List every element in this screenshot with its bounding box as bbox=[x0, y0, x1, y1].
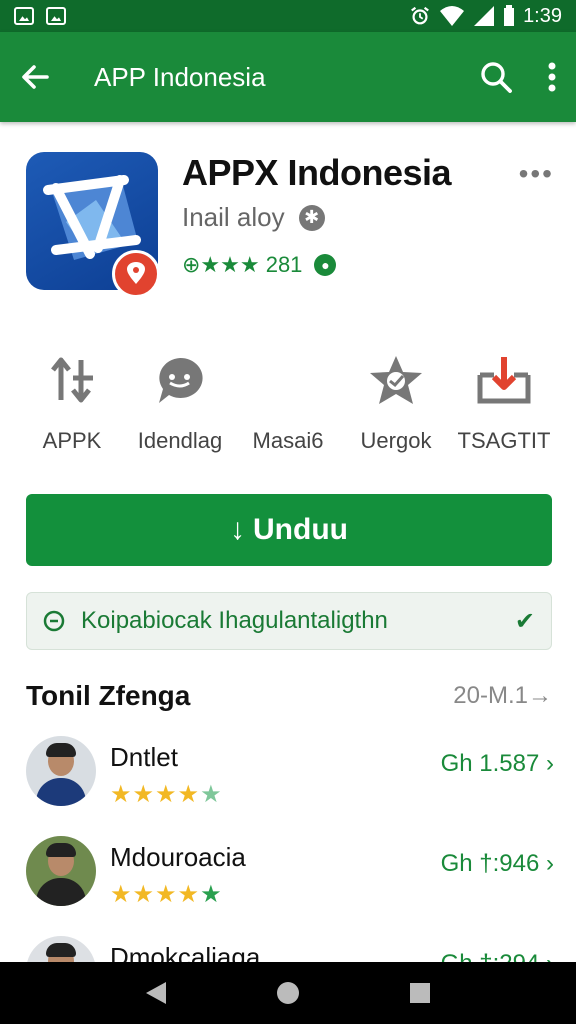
recents-nav-icon[interactable] bbox=[408, 981, 432, 1005]
review-amount[interactable]: Gh †:946 › bbox=[441, 850, 554, 878]
app-bar-title: APP Indonesia bbox=[94, 61, 266, 92]
signal-icon bbox=[474, 6, 495, 26]
star-rating: ★★★★★ bbox=[110, 881, 223, 908]
feature-download[interactable]: TSAGTIT bbox=[450, 352, 558, 464]
battery-icon bbox=[504, 5, 515, 26]
back-arrow-icon[interactable] bbox=[20, 62, 50, 92]
feature-appk[interactable]: APPK bbox=[18, 352, 126, 464]
more-options-icon[interactable]: ••• bbox=[519, 158, 554, 190]
section-see-all-link[interactable]: 20-М.1→ bbox=[453, 682, 552, 710]
verified-shield-icon: ● bbox=[314, 254, 337, 276]
star-badge-icon bbox=[368, 352, 424, 408]
search-icon[interactable] bbox=[480, 61, 512, 93]
feature-label: APPK bbox=[42, 428, 102, 453]
star-rating: ★★★★★ bbox=[110, 781, 223, 808]
reviewer-name: Mdouroacia bbox=[110, 842, 246, 872]
review-amount[interactable]: Gh 1.587 › bbox=[441, 750, 554, 778]
status-bar: 1:39 bbox=[0, 0, 576, 32]
overflow-menu-icon[interactable] bbox=[548, 62, 556, 92]
download-arrow-icon: ↓ bbox=[230, 513, 246, 546]
location-badge-icon bbox=[112, 250, 160, 298]
feature-label: Uergok bbox=[360, 428, 432, 453]
home-nav-icon[interactable] bbox=[275, 980, 301, 1006]
feature-row: APPK Idendlag Masai6 Uergok TSAGTIT bbox=[18, 352, 558, 464]
clock-icon bbox=[43, 610, 65, 632]
feature-masai[interactable]: Masai6 bbox=[234, 352, 342, 464]
gallery-icon bbox=[14, 7, 34, 25]
avatar bbox=[26, 836, 96, 906]
rating-text: ⊕★★★ 281 bbox=[182, 252, 303, 277]
list-item[interactable]: Mdouroacia ★★★★★ Gh †:946 › bbox=[24, 836, 554, 936]
app-name: APPX Indonesia bbox=[182, 152, 452, 193]
download-tray-icon bbox=[476, 352, 532, 408]
reviewer-name: Dntlet bbox=[110, 742, 178, 772]
navigation-bar bbox=[0, 962, 576, 1024]
feature-chat[interactable]: Idendlag bbox=[126, 352, 234, 464]
download-label: Unduu bbox=[253, 513, 348, 546]
info-icon[interactable]: ✱ bbox=[298, 204, 325, 231]
feature-label: Idendlag bbox=[137, 428, 223, 453]
app-bar: APP Indonesia bbox=[0, 32, 576, 122]
app-subtitle: Inail aloy bbox=[182, 202, 285, 232]
status-time: 1:39 bbox=[523, 4, 562, 27]
app-header: APPX Indonesia Inail aloy ✱ ⊕★★★ 281 ● •… bbox=[24, 150, 554, 300]
feature-rating[interactable]: Uergok bbox=[342, 352, 450, 464]
download-button[interactable]: ↓ Unduu bbox=[26, 494, 552, 566]
back-nav-icon[interactable] bbox=[144, 980, 168, 1006]
wifi-icon bbox=[440, 6, 465, 26]
blank-icon bbox=[260, 352, 316, 408]
app-developer: Inail aloy ✱ bbox=[182, 202, 325, 233]
checkmark-icon: ✔ bbox=[514, 607, 535, 635]
section-title: Tonil Zfenga bbox=[26, 680, 191, 711]
verification-text: Koipabiocak Ihagulantaligthn bbox=[81, 607, 388, 634]
verification-banner: Koipabiocak Ihagulantaligthn ✔ bbox=[26, 592, 552, 650]
avatar bbox=[26, 736, 96, 806]
feature-label: TSAGTIT bbox=[457, 428, 551, 453]
alarm-icon bbox=[411, 6, 429, 25]
feature-label: Masai6 bbox=[252, 428, 324, 453]
upload-download-icon bbox=[44, 352, 100, 408]
section-header: Tonil Zfenga 20-М.1→ bbox=[26, 676, 552, 716]
app-rating: ⊕★★★ 281 ● bbox=[182, 252, 337, 278]
app-icon bbox=[26, 152, 160, 298]
list-item[interactable]: Dntlet ★★★★★ Gh 1.587 › bbox=[24, 736, 554, 836]
chat-bubble-icon bbox=[152, 352, 208, 408]
photo-icon bbox=[46, 7, 66, 25]
